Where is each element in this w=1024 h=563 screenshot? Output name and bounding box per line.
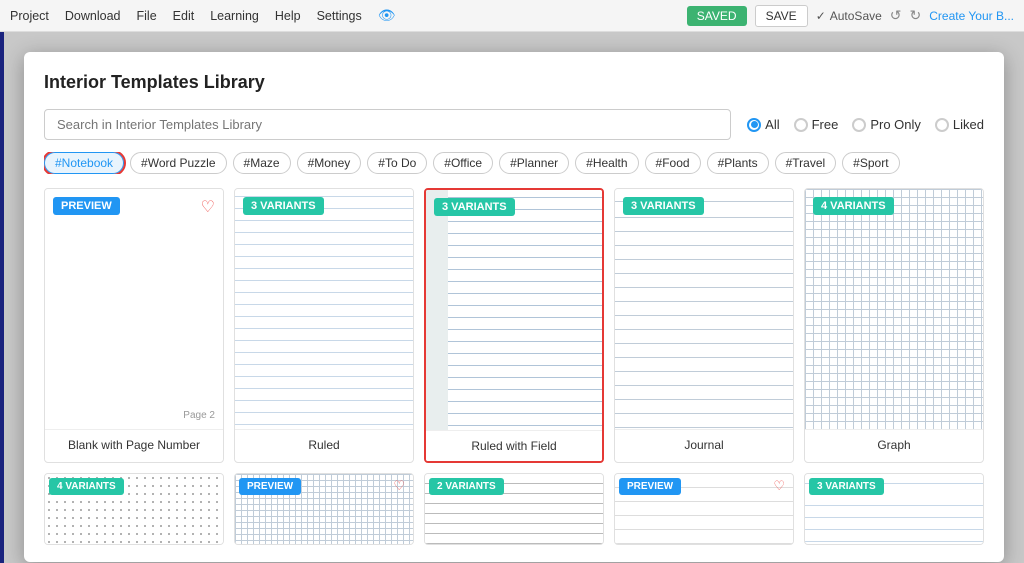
menu-help[interactable]: Help [275,9,301,23]
menu-learning[interactable]: Learning [210,9,259,23]
badge-graph-small: PREVIEW [239,478,301,495]
badge-preview: PREVIEW [53,197,120,215]
template-graph-small[interactable]: PREVIEW ♡ [234,473,414,545]
ruled-field-pattern [426,190,602,430]
tag-todo[interactable]: #To Do [367,152,427,174]
redo-button[interactable]: ↻ [910,7,922,24]
template-journal[interactable]: 3 VARIANTS Journal [614,188,794,463]
badge-dot: 4 VARIANTS [49,478,124,495]
radio-all-label: All [765,117,779,132]
template-ruled[interactable]: 3 VARIANTS Ruled [234,188,414,463]
radio-all[interactable]: All [747,117,779,132]
heart-icon-blank[interactable]: ♡ [201,197,215,217]
graph-grid-pattern [805,189,983,429]
tag-health[interactable]: #Health [575,152,638,174]
ruled-lines-pattern [235,189,413,429]
template-ruled-field[interactable]: 3 VARIANTS Ruled with Field [424,188,604,463]
template-preview-blank: Page 2 PREVIEW ♡ [45,189,223,429]
tag-plants[interactable]: #Plants [707,152,769,174]
template-preview-ruled: 3 VARIANTS [235,189,413,429]
template-h-lines[interactable]: 2 VARIANTS [424,473,604,545]
undo-button[interactable]: ↺ [890,7,902,24]
radio-free-label: Free [812,117,839,132]
badge-ruled2: 3 VARIANTS [809,478,884,495]
menu-project[interactable]: Project [10,9,49,23]
template-light-lines[interactable]: PREVIEW ♡ [614,473,794,545]
menu-edit[interactable]: Edit [173,9,195,23]
templates-grid-row2: 4 VARIANTS PREVIEW ♡ 2 VARIANTS [44,473,984,545]
tag-money[interactable]: #Money [297,152,362,174]
template-preview-ruled-field: 3 VARIANTS [426,190,602,430]
eye-icon[interactable]: 👁 [378,7,396,24]
create-book-button[interactable]: Create Your B... [929,9,1014,23]
template-preview-journal: 3 VARIANTS [615,189,793,429]
radio-dot-pro [852,118,866,132]
template-label-graph: Graph [805,429,983,460]
menu-bar: Project Download File Edit Learning Help… [0,0,1024,32]
modal-title: Interior Templates Library [44,72,984,93]
tag-notebook[interactable]: #Notebook [44,152,124,174]
tag-sport[interactable]: #Sport [842,152,899,174]
journal-lines-pattern [615,189,793,429]
tag-maze[interactable]: #Maze [233,152,291,174]
search-input[interactable] [44,109,731,140]
radio-free[interactable]: Free [794,117,839,132]
search-input-wrap [44,109,731,140]
templates-modal: Interior Templates Library All Free [24,52,1004,562]
autosave-toggle[interactable]: ✓ AutoSave [816,9,882,23]
menu-settings[interactable]: Settings [317,9,362,23]
tag-travel[interactable]: #Travel [775,152,837,174]
heart-icon-light-lines[interactable]: ♡ [773,478,785,494]
page-number-text: Page 2 [183,410,215,421]
template-blank-page[interactable]: Page 2 PREVIEW ♡ Blank with Page Number [44,188,224,463]
template-label-ruled-field: Ruled with Field [426,430,602,461]
checkmark-icon: ✓ [816,9,826,23]
radio-dot-liked [935,118,949,132]
radio-group: All Free Pro Only Liked [747,117,984,132]
main-area: Interior Templates Library All Free [0,32,1024,563]
badge-h-lines: 2 VARIANTS [429,478,504,495]
save-button[interactable]: SAVE [755,5,808,27]
radio-liked-label: Liked [953,117,984,132]
tag-food[interactable]: #Food [645,152,701,174]
heart-icon-graph-small[interactable]: ♡ [393,478,405,494]
badge-ruled-field: 3 VARIANTS [434,198,515,216]
tag-planner[interactable]: #Planner [499,152,569,174]
template-label-ruled: Ruled [235,429,413,460]
menu-file[interactable]: File [137,9,157,23]
template-preview-graph: 4 VARIANTS [805,189,983,429]
search-row: All Free Pro Only Liked [44,109,984,140]
tag-office[interactable]: #Office [433,152,493,174]
template-label-blank: Blank with Page Number [45,429,223,460]
badge-ruled: 3 VARIANTS [243,197,324,215]
template-ruled2[interactable]: 3 VARIANTS [804,473,984,545]
radio-dot-free [794,118,808,132]
radio-pro-only[interactable]: Pro Only [852,117,921,132]
badge-graph: 4 VARIANTS [813,197,894,215]
saved-button[interactable]: SAVED [687,6,747,26]
menu-download[interactable]: Download [65,9,121,23]
template-graph[interactable]: 4 VARIANTS Graph [804,188,984,463]
radio-dot-all [747,118,761,132]
autosave-label: AutoSave [830,9,882,23]
menu-bar-right: SAVED SAVE ✓ AutoSave ↺ ↻ Create Your B.… [687,5,1014,27]
tag-word-puzzle[interactable]: #Word Puzzle [130,152,226,174]
radio-liked[interactable]: Liked [935,117,984,132]
tags-row: #Notebook #Word Puzzle #Maze #Money #To … [44,152,984,174]
modal-overlay: Interior Templates Library All Free [4,32,1024,563]
blank-preview: Page 2 [45,189,223,429]
badge-light-lines: PREVIEW [619,478,681,495]
template-label-journal: Journal [615,429,793,460]
badge-journal: 3 VARIANTS [623,197,704,215]
radio-pro-label: Pro Only [870,117,921,132]
templates-grid-row1: Page 2 PREVIEW ♡ Blank with Page Number … [44,188,984,463]
template-dot[interactable]: 4 VARIANTS [44,473,224,545]
